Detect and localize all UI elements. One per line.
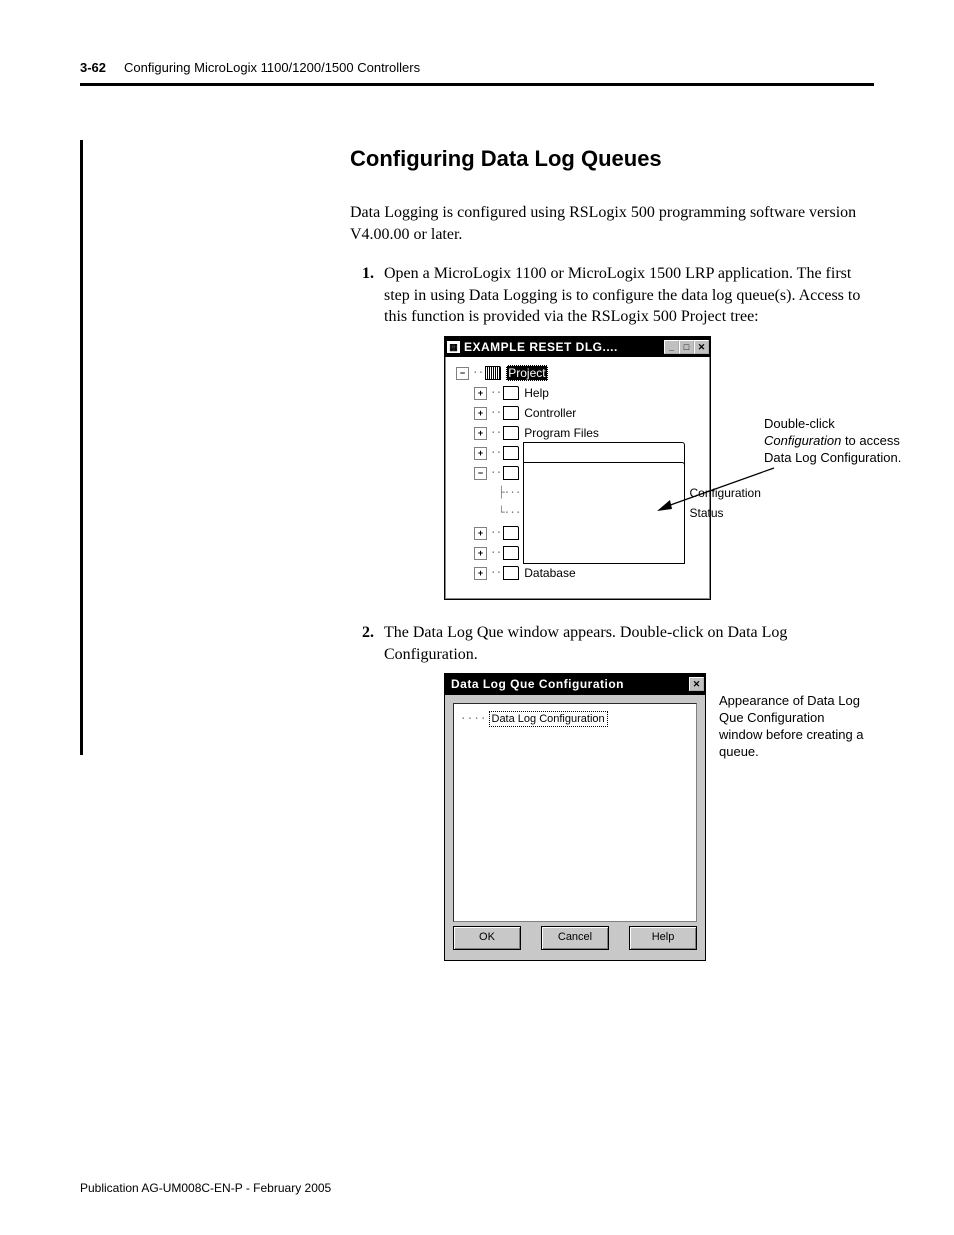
callout-1: Double-click Configuration to access Dat… [764,416,904,467]
tree-root[interactable]: Project [506,365,547,381]
folder-open-icon [485,366,501,380]
intro-paragraph: Data Logging is configured using RSLogix… [350,202,880,245]
dialog-list-item[interactable]: Data Log Configuration [489,711,608,728]
app-icon: ▦ [447,341,460,353]
dialog-title: Data Log Que Configuration [447,676,685,692]
folder-icon [503,546,519,560]
dialog-screenshot: Data Log Que Configuration ✕ ····Data Lo… [444,673,880,960]
expand-icon[interactable]: + [474,427,487,440]
tree-help[interactable]: Help [524,385,549,401]
tree-program-files[interactable]: Program Files [524,425,599,441]
tree-titlebar: ▦ EXAMPLE RESET DLG.... _ □ ✕ [445,337,710,357]
cancel-button[interactable]: Cancel [541,926,609,950]
expand-icon[interactable]: + [474,407,487,420]
maximize-button[interactable]: □ [679,340,694,354]
footer-publication: Publication AG-UM008C-EN-P - February 20… [80,1181,331,1195]
tree-title: EXAMPLE RESET DLG.... [464,339,660,355]
folder-icon [503,526,519,540]
step-2-text: The Data Log Que window appears. Double-… [384,624,787,663]
ok-button[interactable]: OK [453,926,521,950]
folder-icon [503,386,519,400]
tree-controller[interactable]: Controller [524,405,576,421]
callout-1b: Configuration [764,433,841,448]
close-button[interactable]: ✕ [694,340,709,354]
expand-icon[interactable]: + [474,567,487,580]
expand-icon[interactable]: + [474,447,487,460]
section-vertical-bar [80,140,83,755]
page-icon [523,462,685,564]
dialog-list-pane: ····Data Log Configuration [453,703,697,922]
step-1-text: Open a MicroLogix 1100 or MicroLogix 150… [384,265,860,325]
section-heading: Configuring Data Log Queues [350,146,880,172]
tree-configuration[interactable]: Configuration [690,485,761,501]
tree-screenshot: ▦ EXAMPLE RESET DLG.... _ □ ✕ − ·· [444,336,880,600]
expand-icon[interactable]: − [474,467,487,480]
help-button[interactable]: Help [629,926,697,950]
expand-icon[interactable]: + [474,387,487,400]
folder-icon [503,466,519,480]
folder-icon [503,406,519,420]
tree-status[interactable]: Status [690,505,724,521]
folder-icon [503,566,519,580]
expand-icon[interactable]: + [474,547,487,560]
close-button[interactable]: ✕ [689,677,704,691]
callout-2: Appearance of Data Log Que Configuration… [719,693,869,761]
chapter-title: Configuring MicroLogix 1100/1200/1500 Co… [124,60,420,75]
page-header: 3-62 Configuring MicroLogix 1100/1200/15… [80,60,874,81]
folder-icon [503,426,519,440]
minimize-button[interactable]: _ [664,340,679,354]
expand-icon[interactable]: + [474,527,487,540]
tree-database[interactable]: Database [524,565,575,581]
page-number: 3-62 [80,60,106,75]
header-rule [80,83,874,86]
folder-icon [503,446,519,460]
expand-icon[interactable]: − [456,367,469,380]
step-1: Open a MicroLogix 1100 or MicroLogix 150… [378,263,880,600]
step-2: The Data Log Que window appears. Double-… [378,622,880,960]
dialog-titlebar: Data Log Que Configuration ✕ [445,674,705,694]
callout-1a: Double-click [764,416,835,431]
